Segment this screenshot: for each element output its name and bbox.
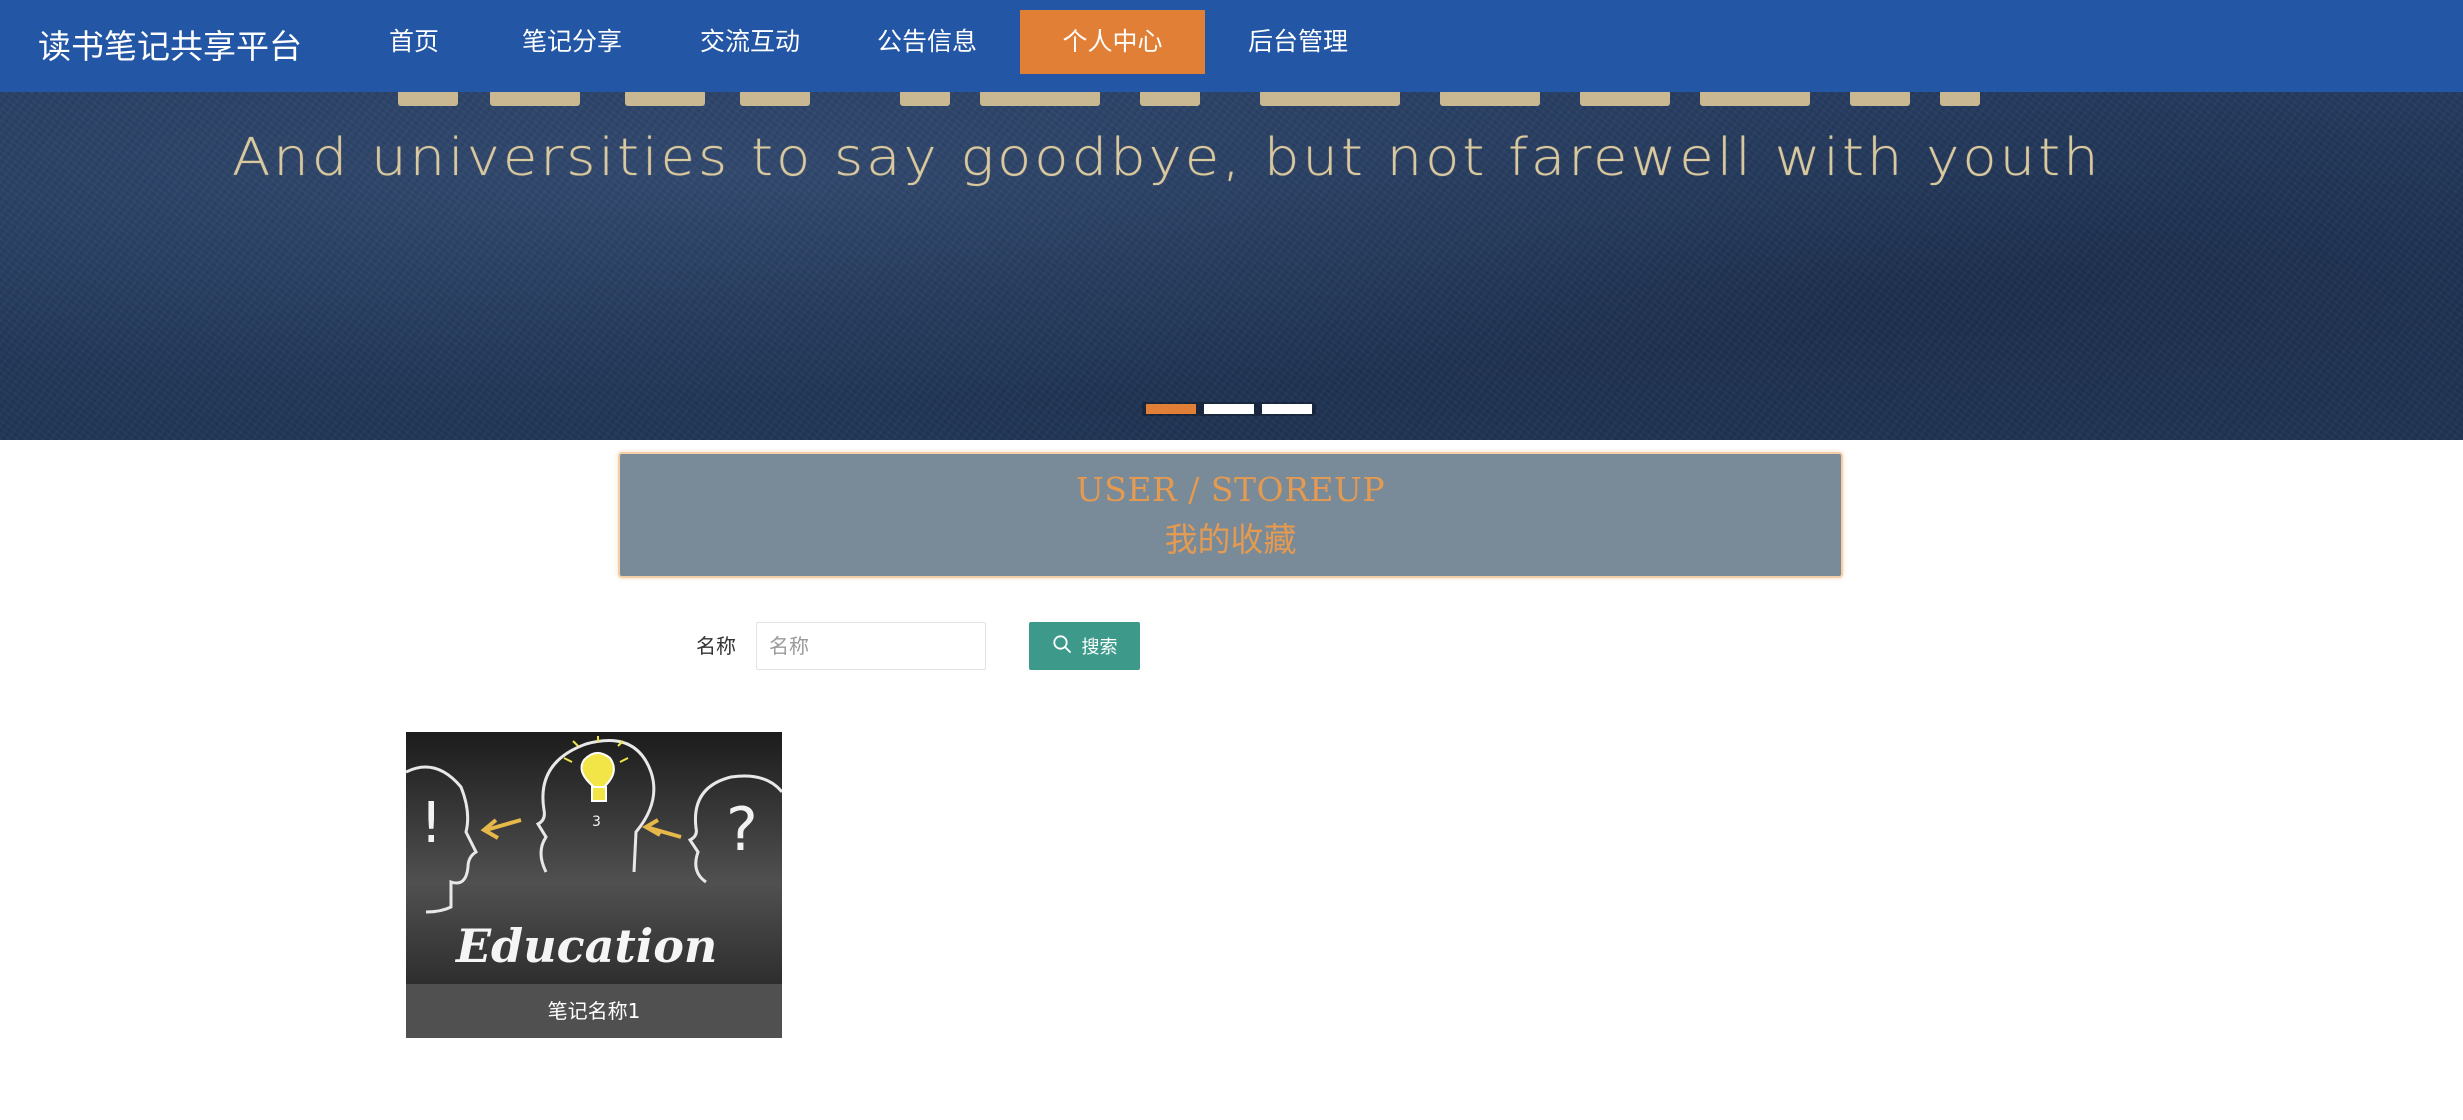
search-icon [1052, 634, 1072, 659]
search-button-label: 搜索 [1081, 637, 1118, 658]
nav-item-personal-center[interactable]: 个人中心 [1020, 10, 1205, 74]
search-input[interactable] [756, 622, 986, 670]
section-title-box: USER / STOREUP 我的收藏 [618, 452, 1843, 578]
top-navigation: 读书笔记共享平台 首页 笔记分享 交流互动 公告信息 个人中心 后台管理 [0, 0, 2463, 92]
carousel-dot-3[interactable] [1262, 404, 1312, 414]
search-button[interactable]: 搜索 [1029, 622, 1140, 670]
section-title-en: USER / STOREUP [1075, 470, 1386, 509]
cover-image-text: Education [454, 919, 717, 973]
site-brand[interactable]: 读书笔记共享平台 [38, 20, 302, 68]
carousel-indicators [1142, 402, 1316, 416]
banner-tagline: And universities to say goodbye, but not… [232, 128, 2102, 188]
list-item[interactable]: ! 3 ? Education 笔记名称1 [406, 732, 782, 1038]
note-cover-image: ! 3 ? Education [406, 732, 782, 984]
nav-item-announcements[interactable]: 公告信息 [857, 10, 997, 74]
section-title-cn: 我的收藏 [1164, 520, 1297, 559]
svg-text:!: ! [420, 791, 442, 856]
note-title: 笔记名称1 [406, 984, 782, 1038]
svg-text:3: 3 [592, 814, 601, 830]
nav-item-interaction[interactable]: 交流互动 [680, 10, 820, 74]
nav-item-note-share[interactable]: 笔记分享 [502, 10, 642, 74]
nav-item-admin[interactable]: 后台管理 [1228, 10, 1368, 74]
nav-item-home[interactable]: 首页 [362, 10, 466, 74]
carousel-dot-1[interactable] [1146, 404, 1196, 414]
search-label: 名称 [696, 634, 736, 658]
carousel-dot-2[interactable] [1204, 404, 1254, 414]
svg-text:?: ? [726, 795, 758, 865]
